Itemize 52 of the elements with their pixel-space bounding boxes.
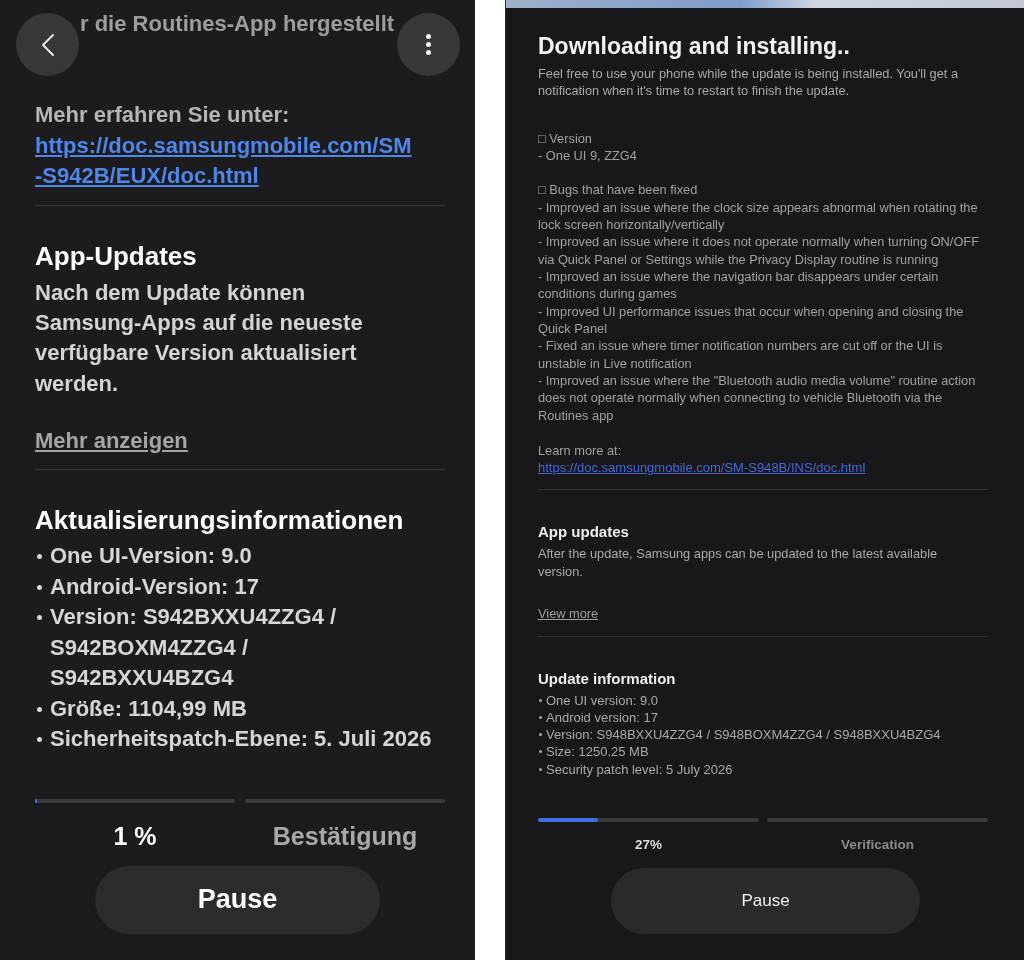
bullet-icon <box>37 737 42 743</box>
section-text: Nach dem Update können Samsung-Apps auf die neueste verfügbare Version aktualisiert werden. <box>35 278 364 398</box>
info-item: Sicherheitspatch-Ebene: 5. Juli 2026 <box>50 725 432 754</box>
bullet-icon <box>539 750 542 754</box>
release-note: - Fixed an issue where timer notification numbers are cut off or the UI is unstable in Live notification <box>538 337 944 373</box>
release-note: □ Version <box>538 129 593 147</box>
body-text: r die Routines-App hergestellt <box>80 10 395 38</box>
bullet-icon <box>539 698 542 702</box>
release-note: - Improved an issue where the navigation bar disappears under certain conditions during games <box>538 268 940 303</box>
info-item: Security patch level: 5 July 2026 <box>546 760 733 778</box>
info-item: Size: 1250.25 MB <box>546 743 649 761</box>
bullet-icon <box>539 716 542 720</box>
section-heading: App updates <box>538 522 629 543</box>
section-text: After the update, Samsung apps can be updated to the latest available version. <box>538 545 939 580</box>
progress-label: Bestätigung <box>272 820 418 851</box>
info-item: Version: S942BXXU4ZZG4 / S942BOXM4ZZG4 / S942BXXU4BZG4 <box>50 603 338 693</box>
bullet-icon <box>37 554 42 560</box>
info-item: One UI-Version: 9.0 <box>50 542 252 571</box>
view-more-link[interactable]: View more <box>538 604 599 623</box>
bullet-icon <box>539 733 542 737</box>
bullet-icon <box>539 767 542 771</box>
section-heading: Update information <box>538 668 676 689</box>
bullet-icon <box>37 615 42 621</box>
doc-link[interactable]: https://doc.samsungmobile.com/SM-S942B/EUX/doc.html <box>35 130 415 192</box>
progress-label: 1 % <box>113 820 157 851</box>
doc-link[interactable]: https://doc.samsungmobile.com/SM-S948B/INS/doc.html <box>538 459 866 477</box>
release-note: - Improved an issue where the clock size appears abnormal when rotating the lock screen horizontally/vertically <box>538 198 979 234</box>
progress-label: Verification <box>841 835 914 854</box>
bullet-icon <box>37 584 42 590</box>
info-item: One UI version: 9.0 <box>546 691 658 710</box>
release-note: - One UI 9, ZZG4 <box>538 146 638 165</box>
section-heading: Aktualisierungsinformationen <box>35 505 404 536</box>
info-item: Android-Version: 17 <box>50 572 260 601</box>
progress-label: 27% <box>635 835 662 854</box>
view-more-link[interactable]: Mehr anzeigen <box>35 426 188 457</box>
screen-title: Downloading and installing.. <box>538 32 850 60</box>
info-item: Version: S948BXXU4ZZG4 / S948BOXM4ZZG4 / S948BXXU4BZG4 <box>546 726 941 744</box>
release-note: □ Bugs that have been fixed <box>538 181 699 199</box>
pause-button[interactable]: Pause <box>611 867 920 934</box>
info-label: Learn more at: <box>538 441 622 459</box>
info-item: Größe: 1104,99 MB <box>50 694 247 723</box>
bullet-icon <box>37 706 42 712</box>
chevron-left-icon <box>41 33 54 56</box>
three-dots-icon <box>426 34 431 55</box>
description-text: Feel free to use your phone while the update is being installed. You'll get a notification when it's time to restart to finish the update. <box>538 65 960 100</box>
section-heading: App-Updates <box>35 240 197 271</box>
pause-button[interactable]: Pause <box>95 865 380 934</box>
info-label: Mehr erfahren Sie unter: <box>35 101 290 129</box>
release-note: - Improved an issue where the "Bluetooth audio media volume" routine action does not operate normally when connecting to vehicle Bluetooth via the Routines app <box>538 372 977 425</box>
info-item: Android version: 17 <box>546 709 658 727</box>
release-note: - Improved an issue where it does not operate normally when turning ON/OFF via Quick Panel or Settings while the Privacy Display routine is running <box>538 233 980 268</box>
release-note: - Improved UI performance issues that occur when opening and closing the Quick Panel <box>538 302 965 338</box>
